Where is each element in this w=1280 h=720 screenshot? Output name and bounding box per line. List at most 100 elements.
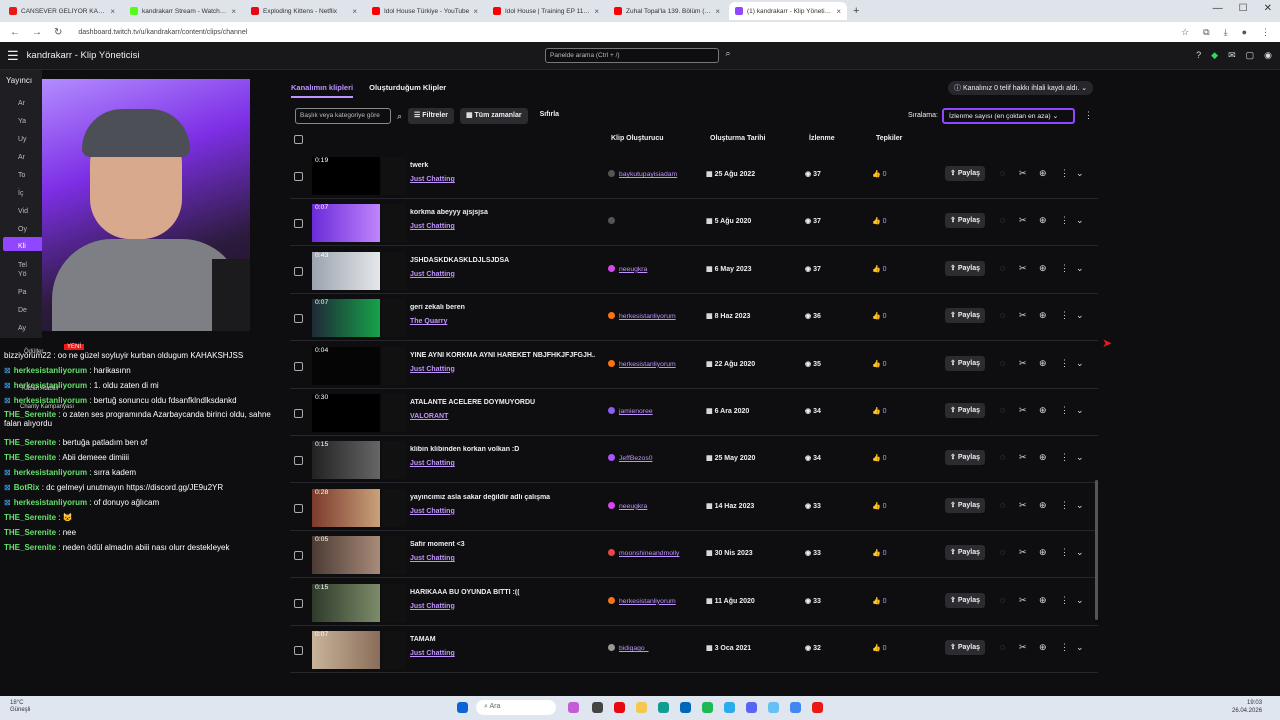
clip-reactions[interactable]: 👍 0 <box>872 502 887 510</box>
steam-icon[interactable] <box>768 702 779 713</box>
sidebar-item[interactable]: To <box>18 172 25 179</box>
clip-reactions[interactable]: 👍 0 <box>872 597 887 605</box>
scissors-icon[interactable]: ✂ <box>1019 642 1027 653</box>
clip-reactions[interactable]: 👍 0 <box>872 549 887 557</box>
clip-row[interactable]: 0:07 TAMAM Just Chatting bidigago_ ▦ 3 Oca 2… <box>290 626 1098 673</box>
browser-tab[interactable]: Idol House | Training EP 11 | Awa × <box>487 2 605 20</box>
clip-category[interactable]: Just Chatting <box>410 508 455 515</box>
hamburger-menu-icon[interactable]: ☰ <box>7 48 19 64</box>
clip-row[interactable]: 0:04 YİNE AYNI KORKMA AYNI HAREKET NBJFHK… <box>290 342 1098 389</box>
clip-title[interactable]: JSHDASKDKASKLDJLSJDSA <box>410 257 595 264</box>
more-options-icon[interactable]: ⋮ <box>1084 110 1093 121</box>
taskbar-search[interactable]: ⌕ Ara <box>476 700 556 715</box>
download-icon[interactable]: ⊕ <box>1039 215 1047 226</box>
copyright-status-badge[interactable]: ⓘ Kanalınız 0 telif hakkı ihlali kaydı a… <box>948 81 1094 95</box>
browser-tab[interactable]: Exploding Kittens - Netflix × <box>245 2 363 20</box>
expand-chevron-icon[interactable]: ⌄ <box>1076 168 1084 179</box>
menu-icon[interactable]: ⋮ <box>1261 27 1270 38</box>
expand-chevron-icon[interactable]: ⌄ <box>1076 310 1084 321</box>
start-icon[interactable] <box>457 702 468 713</box>
clip-creator[interactable]: jamienoree <box>608 407 653 415</box>
scissors-icon[interactable]: ✂ <box>1019 452 1027 463</box>
edge-icon[interactable] <box>658 702 669 713</box>
sidebar-item[interactable]: Ar <box>18 100 25 107</box>
expand-chevron-icon[interactable]: ⌄ <box>1076 595 1084 606</box>
chat-username[interactable]: THE_Serenite <box>4 438 56 447</box>
scissors-icon[interactable]: ✂ <box>1019 405 1027 416</box>
row-more-icon[interactable]: ⋮ <box>1060 642 1069 653</box>
clip-creator[interactable]: neeugkra <box>608 264 647 273</box>
row-more-icon[interactable]: ⋮ <box>1060 405 1069 416</box>
loading-icon[interactable]: ◌ <box>1000 452 1005 462</box>
clip-category[interactable]: Just Chatting <box>410 223 455 230</box>
clip-title[interactable]: Safir moment <3 <box>410 541 595 548</box>
gem-icon[interactable]: ◆ <box>1211 50 1218 61</box>
download-icon[interactable]: ⊕ <box>1039 168 1047 179</box>
tab-my-channel-clips[interactable]: Kanalımın klipleri <box>291 83 354 98</box>
download-icon[interactable]: ⊕ <box>1039 595 1047 606</box>
clip-row[interactable]: 0:43 JSHDASKDKASKLDJLSJDSA Just Chatting ne… <box>290 247 1098 294</box>
clip-row[interactable]: 0:15 klibin klibinden korkan volkan :D Jus… <box>290 436 1098 484</box>
scissors-icon[interactable]: ✂ <box>1019 215 1027 226</box>
share-button[interactable]: ⇪ Paylaş <box>945 497 985 513</box>
share-button[interactable]: ⇪ Paylaş <box>945 592 985 608</box>
clip-title[interactable]: twerk <box>410 162 595 169</box>
clip-search-input[interactable]: Başlık veya kategoriye göre <box>295 108 391 124</box>
clip-row[interactable]: 0:19 twerk Just Chatting baykutupayisiadam ▦… <box>290 152 1098 199</box>
expand-chevron-icon[interactable]: ⌄ <box>1076 405 1084 416</box>
row-more-icon[interactable]: ⋮ <box>1060 310 1069 321</box>
expand-chevron-icon[interactable]: ⌄ <box>1076 215 1084 226</box>
row-checkbox[interactable] <box>294 219 303 229</box>
extensions-icon[interactable]: ⧉ <box>1203 27 1209 38</box>
clip-creator[interactable]: herkesistanliyorum <box>608 596 676 605</box>
clip-title[interactable]: geri zekalı beren <box>410 304 595 311</box>
share-button[interactable]: ⇪ Paylaş <box>945 213 985 229</box>
weather-widget[interactable]: 18°C Güneşli <box>10 700 30 714</box>
download-icon[interactable]: ⊕ <box>1039 547 1047 558</box>
clip-row[interactable]: 0:07 geri zekalı beren The Quarry herkesist… <box>290 294 1098 342</box>
row-more-icon[interactable]: ⋮ <box>1060 358 1069 369</box>
share-button[interactable]: ⇪ Paylaş <box>945 260 985 276</box>
loading-icon[interactable]: ◌ <box>1000 215 1005 225</box>
row-checkbox[interactable] <box>294 646 303 655</box>
scissors-icon[interactable]: ✂ <box>1019 358 1027 369</box>
row-more-icon[interactable]: ⋮ <box>1060 547 1069 558</box>
clip-reactions[interactable]: 👍 0 <box>872 407 887 415</box>
clip-creator[interactable]: baykutupayisiadam <box>608 170 677 178</box>
sidebar-item[interactable]: Vid <box>18 208 28 215</box>
share-button[interactable]: ⇪ Paylaş <box>945 450 985 466</box>
close-tab-icon[interactable]: × <box>231 7 236 16</box>
expand-chevron-icon[interactable]: ⌄ <box>1076 547 1084 558</box>
download-icon[interactable]: ⊕ <box>1039 642 1047 653</box>
sidebar-item[interactable]: Uy <box>18 136 27 143</box>
download-icon[interactable]: ⊕ <box>1039 310 1047 321</box>
row-more-icon[interactable]: ⋮ <box>1060 263 1069 274</box>
sidebar-item[interactable]: Ar <box>18 154 25 161</box>
scissors-icon[interactable]: ✂ <box>1019 263 1027 274</box>
chat-username[interactable]: THE_Serenite <box>4 513 56 522</box>
clip-creator[interactable]: JeffBezos0 <box>608 454 653 462</box>
scrollbar-thumb[interactable] <box>1095 480 1098 620</box>
clip-reactions[interactable]: 👍 0 <box>872 265 887 273</box>
sidebar-item[interactable]: Ay <box>18 325 26 332</box>
user-avatar[interactable]: ◉ <box>1264 50 1272 61</box>
close-tab-icon[interactable]: × <box>110 7 115 16</box>
sidebar-item[interactable]: Oy <box>18 226 27 233</box>
loading-icon[interactable]: ◌ <box>1000 547 1005 557</box>
row-checkbox[interactable] <box>294 598 303 608</box>
share-button[interactable]: ⇪ Paylaş <box>945 403 985 418</box>
close-window-icon[interactable]: ✕ <box>1264 3 1272 14</box>
clip-title[interactable]: klibin klibinden korkan volkan :D <box>410 446 595 453</box>
row-checkbox[interactable] <box>294 409 303 418</box>
download-icon[interactable]: ⊕ <box>1039 358 1047 369</box>
sidebar-item[interactable]: Kli <box>18 243 26 250</box>
share-button[interactable]: ⇪ Paylaş <box>945 166 985 181</box>
sort-select[interactable]: İzlenme sayısı (en çoktan en aza) ⌄ <box>942 108 1075 124</box>
scissors-icon[interactable]: ✂ <box>1019 547 1027 558</box>
col-header-creator[interactable]: Klip Oluşturucu <box>611 135 664 142</box>
download-icon[interactable]: ⤓ <box>1224 27 1228 38</box>
search-icon[interactable]: ⌕ <box>721 48 735 63</box>
help-icon[interactable]: ? <box>1196 50 1201 61</box>
clip-title[interactable]: TAMAM <box>410 636 595 643</box>
browser-tab[interactable]: kandrakarr Stream - Watch Live × <box>124 2 242 20</box>
